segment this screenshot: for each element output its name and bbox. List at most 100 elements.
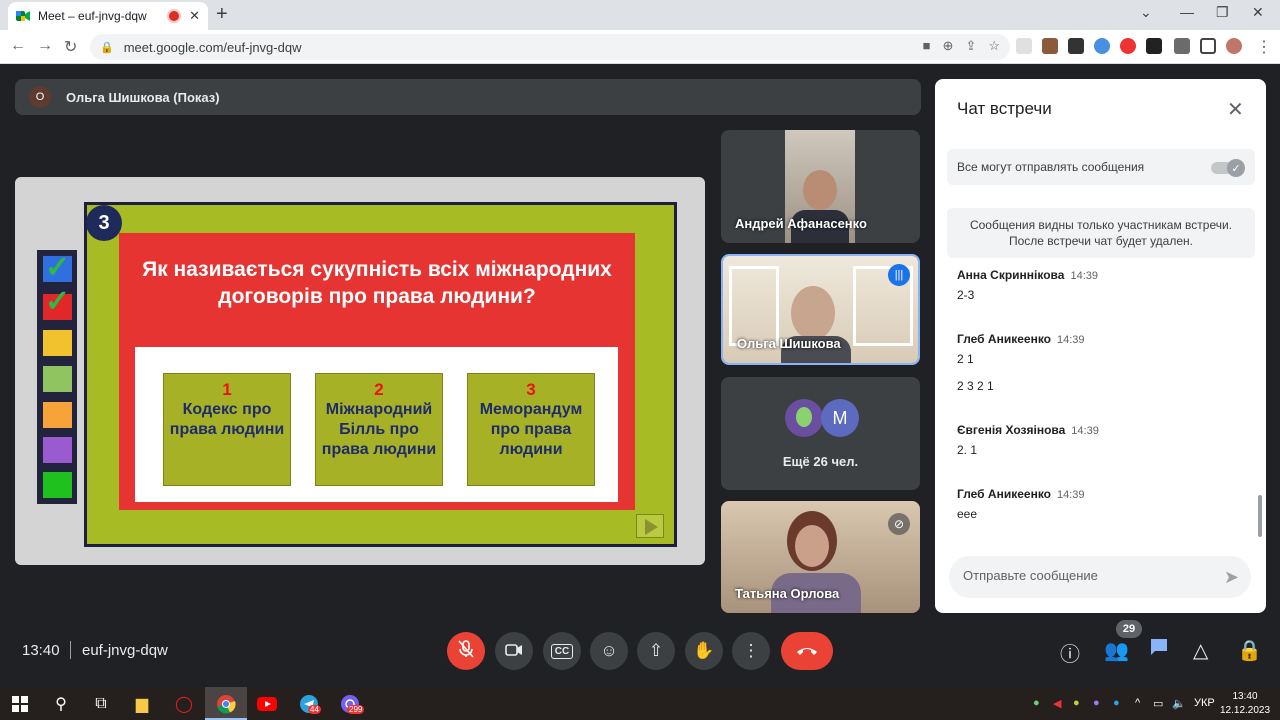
new-tab-button[interactable]: + — [216, 4, 228, 24]
tray-network-icon[interactable]: ▭ — [1153, 697, 1163, 710]
people-icon[interactable]: 👥 — [1104, 638, 1129, 663]
chat-permission-switch[interactable]: ✓ — [1211, 159, 1245, 177]
chat-message-input[interactable] — [963, 568, 1203, 583]
emoji-icon: ☺ — [600, 641, 618, 660]
chat-icon[interactable] — [1149, 638, 1169, 662]
microphone-button[interactable] — [447, 632, 485, 670]
keyboard-language[interactable]: УКР — [1194, 697, 1215, 709]
close-window-button[interactable]: ✕ — [1252, 4, 1264, 21]
close-icon[interactable]: ✕ — [1227, 97, 1244, 122]
more-participants-tile[interactable]: M Ещё 26 чел. — [721, 377, 920, 490]
chat-title: Чат встречи — [957, 99, 1052, 118]
chrome-icon[interactable] — [215, 693, 237, 715]
captions-button[interactable]: CC — [543, 632, 581, 670]
extension-badge-icon[interactable] — [1146, 38, 1162, 54]
host-controls-icon[interactable]: 🔒 — [1237, 638, 1262, 663]
participant-name: Андрей Афанасенко — [735, 216, 867, 231]
send-icon[interactable]: ➤ — [1224, 567, 1239, 588]
divider — [70, 641, 71, 659]
participant-tile-speaking[interactable]: ||| Ольга Шишкова — [721, 254, 920, 365]
meeting-info-icon[interactable]: ⓘ — [1060, 638, 1080, 667]
telegram-unread-badge: 44 — [308, 705, 321, 714]
answer-option: 1 Кодекс про права людини — [163, 373, 291, 486]
activities-icon[interactable]: △ — [1193, 638, 1208, 663]
back-arrow-icon[interactable]: ← — [10, 37, 26, 55]
present-screen-button[interactable]: ⇧ — [637, 632, 675, 670]
url-text[interactable]: meet.google.com/euf-jnvg-dqw — [124, 40, 302, 55]
chat-notice: Сообщения видны только участникам встреч… — [947, 208, 1255, 258]
tray-volume-icon[interactable]: 🔈 — [1172, 697, 1186, 710]
answer-option: 3 Меморандум про права людини — [467, 373, 595, 486]
message-text: 2. 1 — [957, 443, 978, 457]
participant-name: Татьяна Орлова — [735, 586, 840, 601]
participant-avatar: M — [821, 399, 859, 437]
participant-tile[interactable]: Андрей Афанасенко — [721, 130, 920, 243]
participant-tile[interactable]: ⊘ Татьяна Орлова — [721, 501, 920, 613]
camera-icon[interactable]: ■ — [923, 38, 931, 54]
chat-scrollbar[interactable] — [1258, 495, 1262, 537]
extension-opera-icon[interactable] — [1120, 38, 1136, 54]
search-icon[interactable]: ⚲ — [50, 693, 72, 715]
taskbar-clock[interactable]: 13:40 12.12.2023 — [1220, 690, 1270, 718]
participant-count-badge: 29 — [1116, 620, 1142, 638]
chat-message-header: Євгенія Хозяінова 14:39 — [957, 423, 1099, 437]
tray-whatsapp-icon[interactable]: ● — [1033, 697, 1040, 709]
answer-number: 2 — [374, 380, 384, 399]
message-text: 2 1 — [957, 352, 974, 366]
color-box — [43, 437, 72, 463]
color-box — [43, 330, 72, 356]
profile-avatar[interactable] — [1226, 38, 1242, 54]
lock-icon[interactable]: 🔒 — [100, 41, 114, 54]
more-options-button[interactable]: ⋮ — [732, 632, 770, 670]
answer-text: Кодекс про права людини — [169, 401, 285, 438]
answer-number: 3 — [526, 380, 536, 399]
chat-input-container: ➤ — [949, 556, 1251, 598]
mic-off-icon — [458, 639, 474, 663]
youtube-icon[interactable] — [256, 693, 278, 715]
checkmark-icon: ✓ — [45, 285, 71, 318]
taskbar-date: 12.12.2023 — [1220, 705, 1271, 716]
tray-viber-icon[interactable]: ● — [1093, 697, 1100, 709]
slide-number-badge: 3 — [86, 205, 122, 241]
taskbar-time: 13:40 — [1232, 691, 1258, 702]
opera-icon[interactable]: ◯ — [173, 693, 195, 715]
chat-message-header: Анна Скриннікова 14:39 — [957, 268, 1098, 282]
minimize-button[interactable]: — — [1180, 4, 1194, 20]
forward-arrow-icon[interactable]: → — [37, 37, 53, 55]
tab-title: Meet – euf-jnvg-dqw — [38, 9, 147, 23]
message-text: 2 3 2 1 — [957, 379, 994, 393]
extension-screenshot-icon[interactable] — [1016, 38, 1032, 54]
tab-close-icon[interactable]: ✕ — [189, 8, 200, 24]
task-view-icon[interactable]: ⧉ — [90, 693, 112, 715]
tray-speaker-icon[interactable]: ◀ — [1053, 697, 1061, 710]
extension-blue-icon[interactable] — [1094, 38, 1110, 54]
camera-button[interactable] — [495, 632, 533, 670]
chat-permission-label: Все могут отправлять сообщения — [957, 160, 1145, 174]
extension-lt-icon[interactable] — [1068, 38, 1084, 54]
chat-notice-line: Сообщения видны только участникам встреч… — [969, 218, 1233, 232]
tab-search-icon[interactable]: ⌄ — [1140, 4, 1152, 21]
reactions-button[interactable]: ☺ — [590, 632, 628, 670]
side-panel-icon[interactable] — [1200, 38, 1216, 54]
message-sender: Глеб Аникеенко — [957, 487, 1052, 501]
share-icon[interactable]: ⇪ — [965, 38, 976, 54]
tray-telegram-icon[interactable]: ● — [1113, 697, 1120, 709]
extensions-puzzle-icon[interactable] — [1174, 38, 1190, 54]
recording-indicator-icon — [169, 11, 180, 21]
reload-icon[interactable]: ↻ — [64, 37, 77, 57]
message-time: 14:39 — [1070, 270, 1098, 282]
leave-call-button[interactable] — [781, 632, 833, 670]
presenter-bar: О Ольга Шишкова (Показ) — [15, 79, 921, 115]
zoom-icon[interactable]: ⊕ — [943, 38, 954, 54]
bookmark-star-icon[interactable]: ☆ — [988, 38, 1000, 54]
windows-start-icon[interactable] — [9, 693, 31, 715]
raise-hand-button[interactable]: ✋ — [685, 632, 723, 670]
tray-chevron-icon[interactable]: ^ — [1135, 697, 1140, 709]
file-explorer-icon[interactable]: ▆ — [131, 693, 153, 715]
browser-menu-icon[interactable]: ⋮ — [1256, 37, 1272, 57]
browser-tab[interactable]: Meet – euf-jnvg-dqw ✕ — [8, 2, 208, 30]
tray-app-icon[interactable]: ● — [1073, 697, 1080, 709]
address-bar[interactable]: 🔒 meet.google.com/euf-jnvg-dqw ■ ⊕ ⇪ ☆ — [90, 34, 1010, 60]
extension-avatar-icon[interactable] — [1042, 38, 1058, 54]
maximize-button[interactable]: ❐ — [1216, 4, 1229, 21]
